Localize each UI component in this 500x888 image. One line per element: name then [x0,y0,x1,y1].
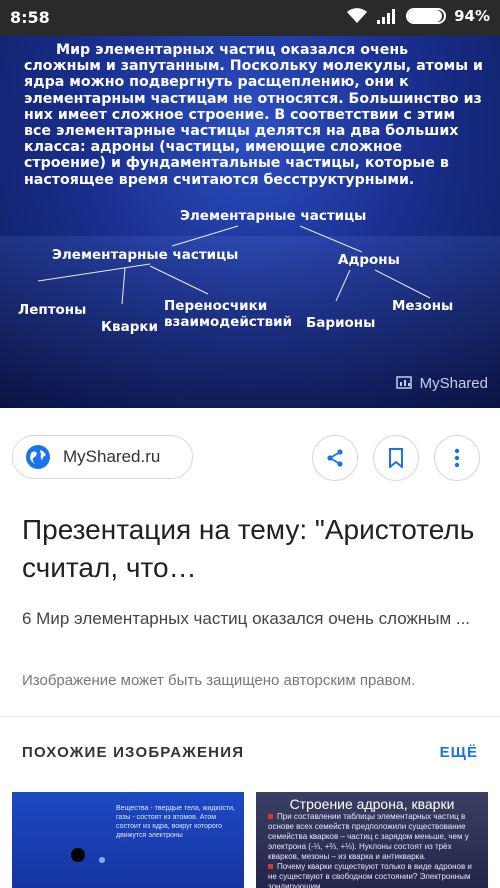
similar-images-heading: ПОХОЖИЕ ИЗОБРАЖЕНИЯ [22,744,245,761]
status-bar: 8:58 94% [0,0,500,36]
slide-image[interactable]: Мир элементарных частиц оказался очень с… [0,36,500,408]
globe-icon [26,445,50,469]
watermark: MyShared [395,375,488,392]
diagram-node-baryons: Барионы [306,315,376,331]
diagram-node-elementary: Элементарные частицы [52,247,239,263]
thumb2-bullet-1: При составлении таблицы элементарных час… [268,812,469,861]
thumb2-body: При составлении таблицы элементарных час… [268,812,482,888]
save-button[interactable] [373,435,419,481]
atom-graphic-icon [71,848,105,863]
diagram-node-mesons: Мезоны [392,298,454,314]
diagram-node-hadrons: Адроны [338,252,400,268]
source-name: MyShared.ru [63,447,161,466]
diagram-root: Элементарные частицы [180,208,367,224]
myshared-logo-icon [395,375,412,389]
thumb2-bullet-2: Почему кварки существуют только в виде а… [268,862,472,888]
more-similar-link[interactable]: ЕЩЁ [440,744,478,761]
source-row: MyShared.ru [12,435,488,481]
source-link[interactable]: MyShared.ru [12,435,193,479]
result-title[interactable]: Презентация на тему: "Аристотель считал,… [22,511,482,587]
similar-thumb-2[interactable]: Строение адрона, кварки При составлении … [256,792,488,888]
diagram-node-carriers: Переносчики взаимодействий [164,298,292,330]
bookmark-icon [389,448,403,468]
similar-thumb-1[interactable]: Вещества - твердые тела, жидкости, газы … [12,792,244,888]
bullet-icon [268,814,273,820]
diagram-node-leptons: Лептоны [18,302,87,318]
thumb2-title: Строение адрона, кварки [289,796,455,812]
diagram-node-carriers-line2: взаимодействий [164,314,293,330]
copyright-note: Изображение может быть защищено авторски… [22,672,416,689]
share-button[interactable] [312,435,358,481]
watermark-text: MyShared [419,375,488,392]
share-icon [327,449,343,467]
more-options-button[interactable] [434,435,480,481]
result-snippet: 6 Мир элементарных частиц оказался очень… [22,609,471,628]
status-icons: 94% [346,7,490,25]
battery-percent: 94% [454,7,490,25]
status-time: 8:58 [10,8,50,27]
thumb1-text: Вещества - твердые тела, жидкости, газы … [116,805,235,839]
bullet-icon [268,864,273,870]
wifi-icon [347,8,368,23]
diagram-node-carriers-line1: Переносчики [164,298,268,314]
battery-icon [406,8,447,24]
more-vert-icon [454,448,460,468]
diagram-node-quarks: Кварки [101,319,158,335]
signal-icon [377,9,396,24]
divider [0,716,500,717]
